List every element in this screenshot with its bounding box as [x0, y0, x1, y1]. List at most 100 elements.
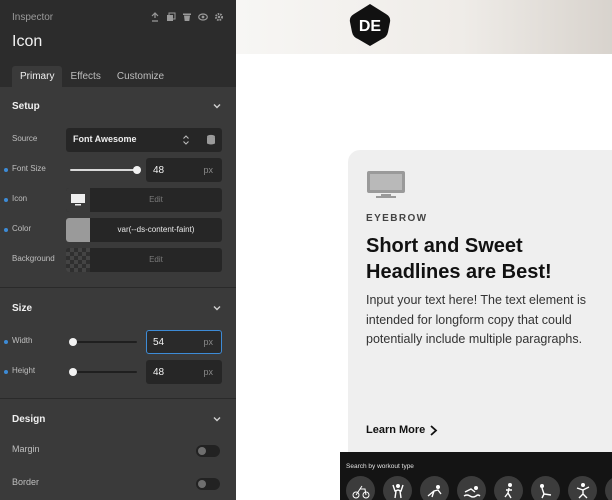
section-divider [0, 287, 236, 288]
card-eyebrow: EYEBROW [366, 213, 428, 224]
height-slider-handle[interactable] [69, 368, 77, 376]
workout-icon-list [346, 476, 612, 500]
margin-toggle[interactable] [196, 445, 220, 457]
modified-dot [4, 370, 8, 374]
font-size-slider-handle[interactable] [133, 166, 141, 174]
border-toggle[interactable] [196, 478, 220, 490]
height-label: Height [12, 366, 36, 375]
source-label: Source [12, 134, 38, 143]
font-size-unit: px [203, 165, 213, 175]
icon-row: Icon Edit [0, 188, 236, 212]
logo-text: DE [359, 18, 382, 35]
modified-dot [4, 198, 8, 202]
margin-row: Margin [0, 438, 236, 462]
learn-more-link[interactable]: Learn More [366, 424, 438, 436]
swimming-icon[interactable] [457, 476, 486, 500]
chevron-down-icon [213, 417, 221, 422]
inspector-label: Inspector [12, 12, 54, 23]
pin-icon[interactable] [150, 12, 160, 22]
inspector-toolbar [150, 12, 224, 22]
toggle-knob [198, 447, 206, 455]
background-label: Background [12, 254, 55, 263]
strength-icon[interactable] [383, 476, 412, 500]
color-value: var(--ds-content-faint) [117, 225, 195, 234]
desktop-icon [71, 194, 85, 206]
height-slider[interactable] [69, 368, 137, 376]
card-body: Input your text here! The text element i… [366, 293, 587, 346]
icon-label: Icon [12, 194, 28, 203]
width-value: 54 [153, 337, 165, 348]
size-section-header[interactable]: Size [12, 298, 222, 318]
height-input[interactable]: 48 px [146, 360, 222, 384]
font-size-slider-fill [70, 169, 137, 171]
cycling-icon[interactable] [346, 476, 375, 500]
source-select[interactable]: Font Awesome [66, 128, 222, 152]
height-row: Height 48 px [0, 360, 236, 384]
site-header: DE [236, 0, 612, 54]
size-section-title: Size [12, 302, 33, 314]
width-row: Width 54 px [0, 330, 236, 354]
copy-icon[interactable] [166, 12, 176, 22]
width-unit: px [203, 337, 213, 347]
margin-label: Margin [12, 444, 40, 454]
color-picker[interactable]: var(--ds-content-faint) [66, 218, 222, 242]
design-section-header[interactable]: Design [12, 409, 222, 429]
tab-primary[interactable]: Primary [12, 66, 63, 87]
height-value: 48 [153, 367, 165, 378]
icon-edit-button[interactable]: Edit [90, 195, 222, 204]
database-icon[interactable] [206, 134, 216, 146]
eye-icon[interactable] [198, 12, 208, 22]
color-label: Color [12, 224, 32, 233]
modified-dot [4, 228, 8, 232]
running-icon[interactable] [494, 476, 523, 500]
setup-section-header[interactable]: Setup [12, 96, 222, 116]
source-value: Font Awesome [73, 134, 137, 144]
transparent-swatch[interactable] [66, 248, 90, 272]
font-size-row: Font Size 48 px [0, 158, 236, 182]
inspector-panel: Inspector Icon Primary Effects Customize… [0, 0, 236, 500]
tab-customize[interactable]: Customize [109, 66, 172, 87]
width-slider[interactable] [69, 338, 137, 346]
select-arrows-icon [183, 135, 189, 145]
border-label: Border [12, 477, 40, 487]
width-label: Width [12, 336, 33, 345]
desktop-icon[interactable] [366, 170, 406, 200]
modified-dot [4, 168, 8, 172]
design-section-title: Design [12, 413, 46, 425]
color-row: Color var(--ds-content-faint) [0, 218, 236, 242]
de-logo[interactable]: DE [346, 2, 394, 48]
icon-preview [66, 188, 90, 212]
font-size-value: 48 [153, 165, 165, 176]
trash-icon[interactable] [182, 12, 192, 22]
source-row: Source Font Awesome [0, 128, 236, 152]
gear-icon[interactable] [214, 12, 224, 22]
height-unit: px [203, 367, 213, 377]
background-picker[interactable]: Edit [66, 248, 222, 272]
chevron-down-icon [213, 104, 221, 109]
chevron-down-icon [213, 306, 221, 311]
workout-title: Search by workout type [346, 463, 414, 470]
modified-dot [4, 340, 8, 344]
color-swatch[interactable] [66, 218, 90, 242]
setup-section-title: Setup [12, 100, 40, 112]
walking-icon[interactable] [605, 476, 612, 500]
icon-picker[interactable]: Edit [66, 188, 222, 212]
inspector-header: Inspector Icon Primary Effects Customize [0, 0, 236, 87]
learn-more-label: Learn More [366, 424, 426, 436]
section-divider [0, 398, 236, 399]
width-input[interactable]: 54 px [146, 330, 222, 354]
font-size-slider[interactable] [70, 166, 141, 174]
inspector-title: Icon [12, 33, 43, 50]
stretching-icon[interactable] [531, 476, 560, 500]
background-edit-button[interactable]: Edit [90, 255, 222, 264]
background-row: Background Edit [0, 248, 236, 272]
width-slider-handle[interactable] [69, 338, 77, 346]
font-size-label: Font Size [12, 164, 46, 173]
dance-icon[interactable] [568, 476, 597, 500]
preview-canvas: DE EYEBROW Short and Sweet Headlines are… [236, 0, 612, 500]
yoga-icon[interactable] [420, 476, 449, 500]
card-headline: Short and Sweet Headlines are Best! [366, 235, 552, 283]
tab-effects[interactable]: Effects [62, 66, 108, 87]
font-size-input[interactable]: 48 px [146, 158, 222, 182]
inspector-tabs: Primary Effects Customize [12, 66, 172, 87]
